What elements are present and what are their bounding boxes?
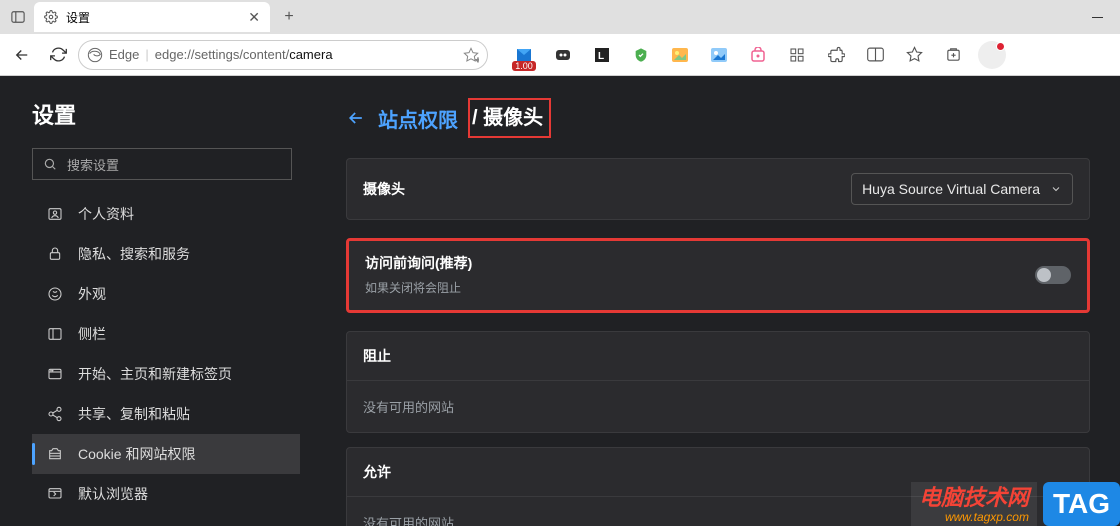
camera-device-panel: 摄像头 Huya Source Virtual Camera	[346, 158, 1090, 220]
search-placeholder: 搜索设置	[67, 155, 119, 174]
sidebar-item-icon	[46, 325, 64, 343]
ext-icon-5[interactable]	[662, 39, 698, 71]
sidebar-item-label: Cookie 和网站权限	[78, 444, 195, 464]
sidebar-item-icon	[46, 485, 64, 503]
edge-logo-icon	[87, 47, 103, 63]
edge-label: Edge	[109, 47, 139, 62]
sidebar-item-8[interactable]: 下载	[32, 514, 300, 526]
toolbar-extensions: 1.00 L	[506, 39, 1010, 71]
chevron-down-icon	[1050, 183, 1062, 195]
settings-main: 站点权限 / 摄像头 摄像头 Huya Source Virtual Camer…	[316, 76, 1120, 526]
ext-icon-3[interactable]: L	[584, 39, 620, 71]
ask-subtitle: 如果关闭将会阻止	[365, 279, 472, 296]
camera-device-select[interactable]: Huya Source Virtual Camera	[851, 173, 1073, 205]
sidebar-item-label: 隐私、搜索和服务	[78, 244, 190, 264]
camera-label: 摄像头	[363, 179, 405, 199]
breadcrumb-back-icon[interactable]	[346, 108, 366, 128]
breadcrumb-parent-link[interactable]: 站点权限	[378, 104, 458, 133]
sidebar-title: 设置	[32, 98, 300, 130]
ext-icon-1[interactable]: 1.00	[506, 39, 542, 71]
split-screen-icon[interactable]	[857, 39, 893, 71]
sidebar-item-icon	[46, 205, 64, 223]
block-section: 阻止 没有可用的网站	[346, 331, 1090, 433]
sidebar-item-3[interactable]: 侧栏	[32, 314, 300, 354]
window-titlebar: 设置 ✕ +	[0, 0, 1120, 34]
search-icon	[43, 157, 57, 171]
sidebar-item-icon	[46, 245, 64, 263]
breadcrumb-current: 摄像头	[483, 107, 543, 129]
sidebar-item-7[interactable]: 默认浏览器	[32, 474, 300, 514]
svg-text:L: L	[598, 51, 604, 62]
favorites-icon[interactable]	[896, 39, 932, 71]
collections-icon[interactable]	[935, 39, 971, 71]
gear-icon	[44, 10, 58, 24]
ask-title: 访问前询问(推荐)	[365, 253, 472, 273]
new-tab-button[interactable]: +	[274, 2, 304, 32]
sidebar-item-label: 外观	[78, 284, 106, 304]
search-settings-input[interactable]: 搜索设置	[32, 148, 292, 180]
sidebar-item-label: 侧栏	[78, 324, 106, 344]
tab-title: 设置	[66, 9, 90, 26]
ext-icon-2[interactable]	[545, 39, 581, 71]
sidebar-item-icon	[46, 285, 64, 303]
sidebar-item-0[interactable]: 个人资料	[32, 194, 300, 234]
tab-close-button[interactable]: ✕	[248, 9, 260, 26]
sidebar-item-label: 个人资料	[78, 204, 134, 224]
sidebar-item-1[interactable]: 隐私、搜索和服务	[32, 234, 300, 274]
minimize-button[interactable]	[1074, 0, 1120, 34]
sidebar-item-2[interactable]: 外观	[32, 274, 300, 314]
refresh-button[interactable]	[42, 39, 74, 71]
sidebar-item-label: 默认浏览器	[78, 484, 148, 504]
ext-icon-8[interactable]	[779, 39, 815, 71]
browser-toolbar: Edge | edge://settings/content/camera + …	[0, 34, 1120, 76]
ext-icon-7[interactable]	[740, 39, 776, 71]
breadcrumb: 站点权限 / 摄像头	[346, 98, 1090, 138]
extensions-icon[interactable]	[818, 39, 854, 71]
settings-sidebar: 设置 搜索设置 个人资料隐私、搜索和服务外观侧栏开始、主页和新建标签页共享、复制…	[0, 76, 316, 526]
sidebar-item-icon	[46, 365, 64, 383]
breadcrumb-highlight: / 摄像头	[468, 98, 551, 138]
sidebar-item-label: 共享、复制和粘贴	[78, 404, 190, 424]
sidebar-item-4[interactable]: 开始、主页和新建标签页	[32, 354, 300, 394]
settings-content: 设置 搜索设置 个人资料隐私、搜索和服务外观侧栏开始、主页和新建标签页共享、复制…	[0, 76, 1120, 526]
browser-tab-active[interactable]: 设置 ✕	[34, 2, 270, 32]
url-text: edge://settings/content/camera	[155, 47, 333, 62]
sidebar-item-icon	[46, 405, 64, 423]
watermark: 电脑技术网 www.tagxp.com TAG	[911, 482, 1120, 526]
ext-icon-6[interactable]	[701, 39, 737, 71]
ext-icon-4[interactable]	[623, 39, 659, 71]
back-button[interactable]	[6, 39, 38, 71]
sidebar-item-label: 开始、主页和新建标签页	[78, 364, 232, 384]
tab-actions-button[interactable]	[6, 5, 30, 29]
profile-avatar[interactable]	[974, 39, 1010, 71]
block-section-title: 阻止	[347, 332, 1089, 381]
sidebar-item-icon	[46, 445, 64, 463]
block-section-empty: 没有可用的网站	[347, 381, 1089, 432]
window-controls	[1074, 0, 1120, 34]
ask-toggle[interactable]	[1035, 266, 1071, 284]
address-bar[interactable]: Edge | edge://settings/content/camera +	[78, 40, 488, 70]
favorite-icon[interactable]: +	[463, 47, 479, 63]
svg-text:+: +	[476, 55, 479, 63]
ask-before-access-panel: 访问前询问(推荐) 如果关闭将会阻止	[346, 238, 1090, 313]
sidebar-item-5[interactable]: 共享、复制和粘贴	[32, 394, 300, 434]
titlebar-left: 设置 ✕ +	[0, 0, 304, 34]
sidebar-item-6[interactable]: Cookie 和网站权限	[32, 434, 300, 474]
camera-selected-value: Huya Source Virtual Camera	[862, 181, 1040, 197]
